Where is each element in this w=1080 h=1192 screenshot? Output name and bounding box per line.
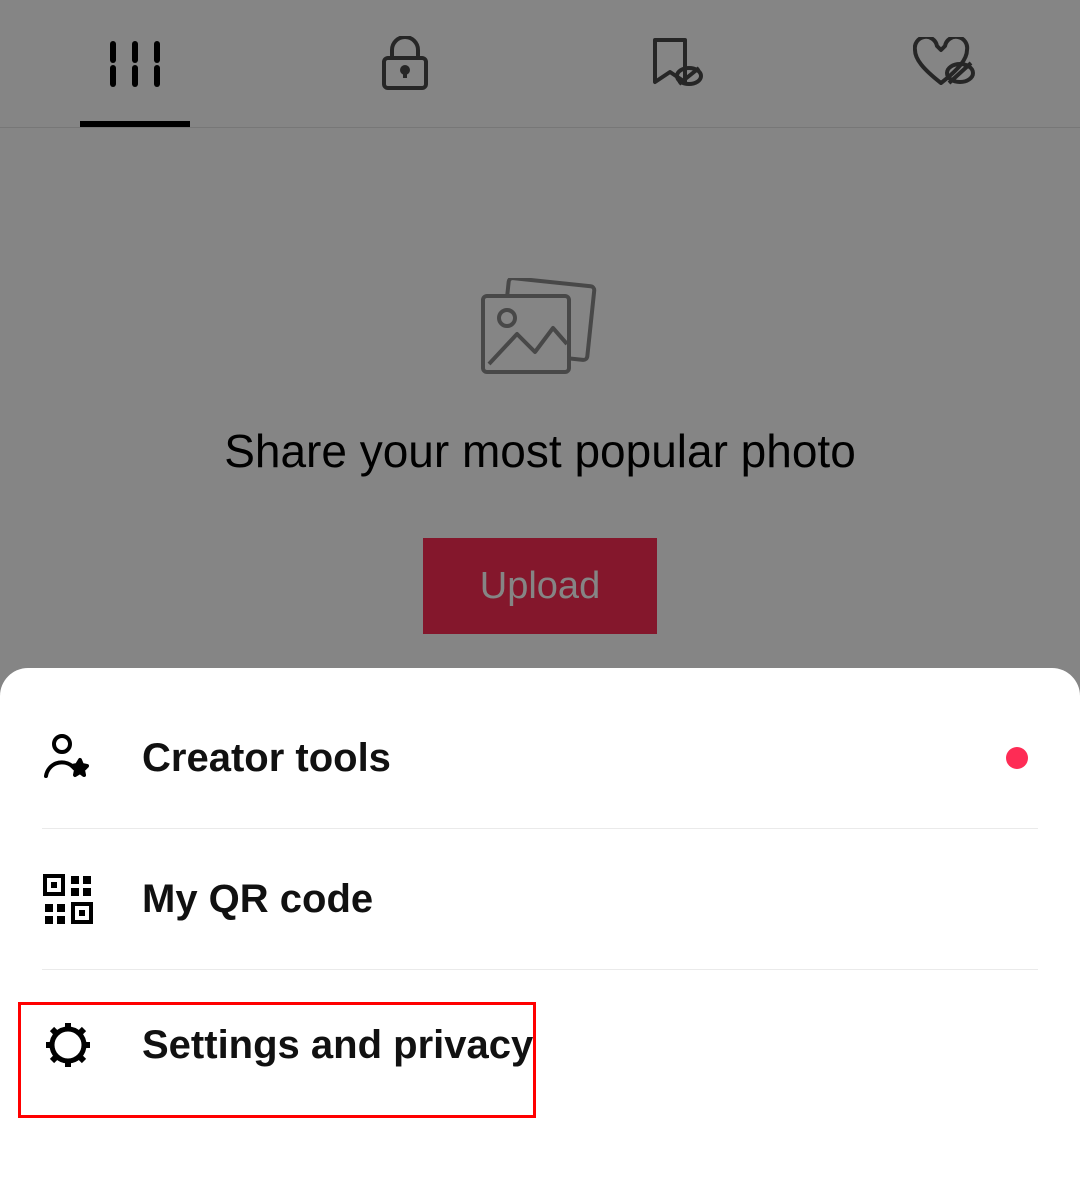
settings-icon [42,1019,94,1071]
creator-tools-icon [42,732,94,784]
bottom-sheet-menu: Creator tools [0,668,1080,1192]
menu-item-qr-code[interactable]: My QR code [0,829,1080,969]
notification-dot [1006,747,1028,769]
menu-item-settings-privacy[interactable]: Settings and privacy [0,970,1080,1120]
menu-label: Settings and privacy [142,1023,533,1068]
qr-code-icon [42,874,94,924]
menu-item-creator-tools[interactable]: Creator tools [0,688,1080,828]
menu-label: Creator tools [142,736,391,781]
menu-label: My QR code [142,877,373,922]
